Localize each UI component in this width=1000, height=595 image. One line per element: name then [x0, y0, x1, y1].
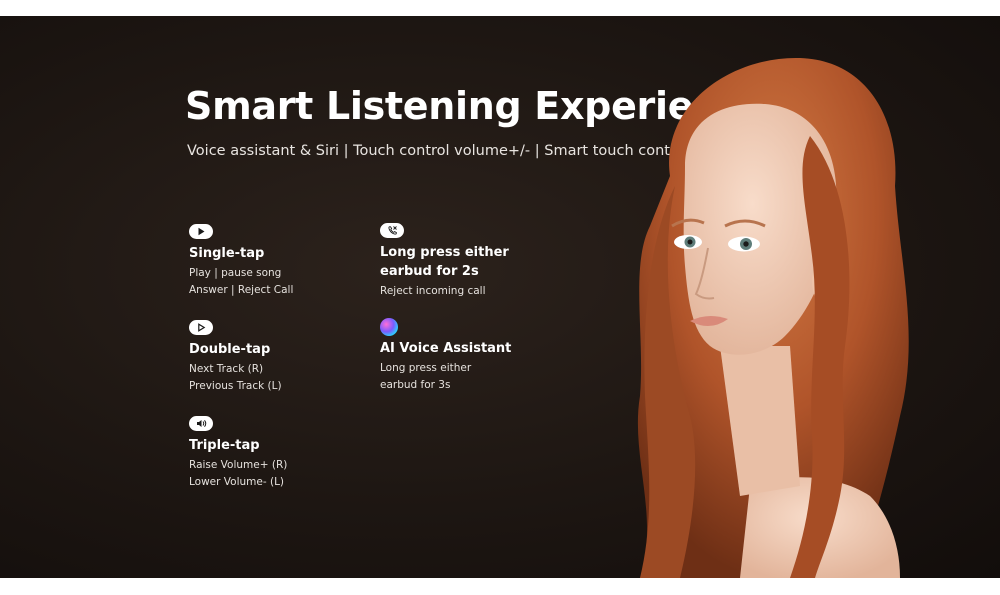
feature-desc-line: Lower Volume- (L) — [189, 476, 285, 488]
play-outline-icon — [189, 320, 213, 335]
siri-icon — [380, 318, 398, 336]
feature-desc-line: Long press either — [380, 362, 472, 374]
feature-title: Double-tap — [189, 342, 271, 357]
phone-icon — [380, 223, 404, 238]
volume-icon — [189, 416, 213, 431]
feature-title: Single-tap — [189, 246, 265, 261]
feature-double-tap: Double-tap Next Track (R) Previous Track… — [189, 320, 389, 395]
feature-triple-tap: Triple-tap Raise Volume+ (R) Lower Volum… — [189, 416, 389, 491]
feature-desc-line: Next Track (R) — [189, 363, 264, 375]
feature-long-press: Long press either earbud for 2s Reject i… — [380, 223, 580, 300]
feature-desc-line: Play | pause song — [189, 267, 282, 279]
feature-desc-line: Answer | Reject Call — [189, 284, 294, 296]
play-icon — [189, 224, 213, 239]
model-photo — [637, 57, 909, 578]
product-banner: Smart Listening Experience Voice assista… — [0, 16, 1000, 578]
feature-single-tap: Single-tap Play | pause song Answer | Re… — [189, 224, 389, 299]
feature-desc-line: earbud for 3s — [380, 379, 451, 391]
feature-title: earbud for 2s — [380, 264, 479, 279]
feature-title: Triple-tap — [189, 438, 260, 453]
feature-title: AI Voice Assistant — [380, 341, 512, 356]
feature-desc-line: Previous Track (L) — [189, 380, 282, 392]
feature-desc-line: Raise Volume+ (R) — [189, 459, 288, 471]
feature-desc-line: Reject incoming call — [380, 285, 486, 297]
feature-title: Long press either — [380, 245, 509, 260]
feature-voice-assistant: AI Voice Assistant Long press either ear… — [380, 318, 580, 394]
